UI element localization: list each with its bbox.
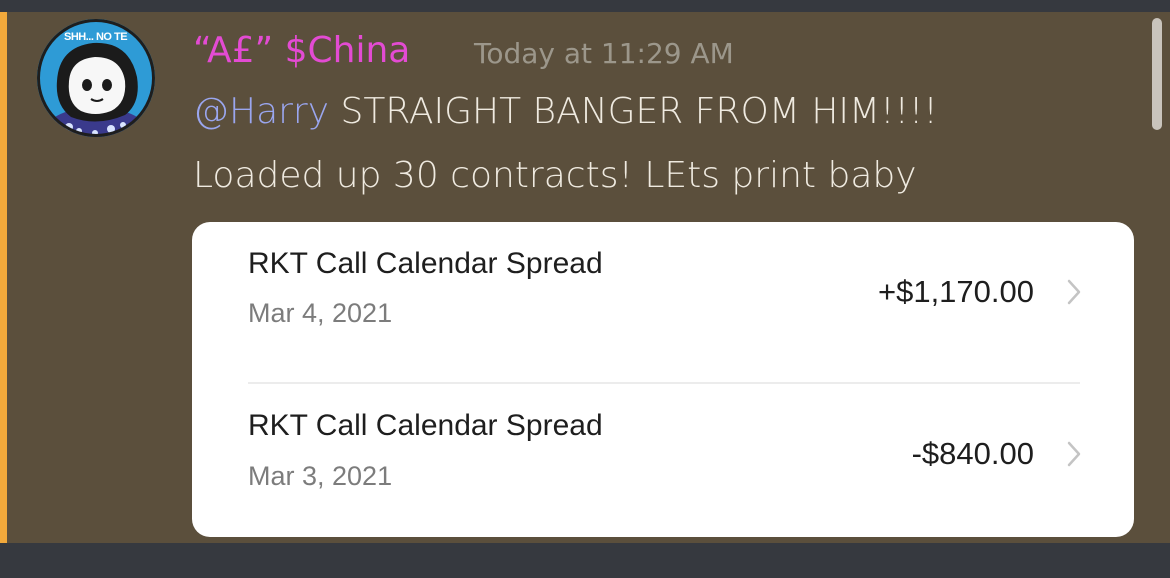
message-line-2: Loaded up 30 contracts! LEts print baby <box>193 155 917 196</box>
chevron-right-icon[interactable] <box>1064 278 1084 306</box>
trade-history-card: RKT Call Calendar Spread Mar 4, 2021 +$1… <box>192 222 1134 537</box>
highlighted-message: SHH... NO TE “A£” $China Today at 11:29 … <box>0 12 1170 543</box>
trade-row[interactable]: RKT Call Calendar Spread Mar 3, 2021 -$8… <box>192 385 1134 535</box>
top-strip <box>0 0 1170 12</box>
scrollbar-thumb[interactable] <box>1152 18 1162 130</box>
trade-row[interactable]: RKT Call Calendar Spread Mar 4, 2021 +$1… <box>192 222 1134 372</box>
mention-highlight-bar <box>0 12 7 543</box>
username[interactable]: “A£” $China <box>193 30 410 71</box>
avatar-ring <box>37 19 155 137</box>
row-divider <box>248 382 1080 384</box>
trade-amount: -$840.00 <box>911 436 1034 471</box>
message-line-1-text: STRAIGHT BANGER FROM HIM!!!! <box>329 91 938 132</box>
trade-title: RKT Call Calendar Spread <box>248 247 603 280</box>
user-mention[interactable]: @Harry <box>193 91 329 132</box>
trade-amount: +$1,170.00 <box>877 274 1034 309</box>
trade-title: RKT Call Calendar Spread <box>248 409 603 442</box>
chevron-right-icon[interactable] <box>1064 440 1084 468</box>
message-line-1: @Harry STRAIGHT BANGER FROM HIM!!!! <box>193 91 938 132</box>
message-timestamp[interactable]: Today at 11:29 AM <box>474 37 734 70</box>
trade-date: Mar 4, 2021 <box>248 298 393 328</box>
bottom-strip <box>0 543 1170 578</box>
chat-view: SHH... NO TE “A£” $China Today at 11:29 … <box>0 0 1170 578</box>
trade-date: Mar 3, 2021 <box>248 461 393 491</box>
